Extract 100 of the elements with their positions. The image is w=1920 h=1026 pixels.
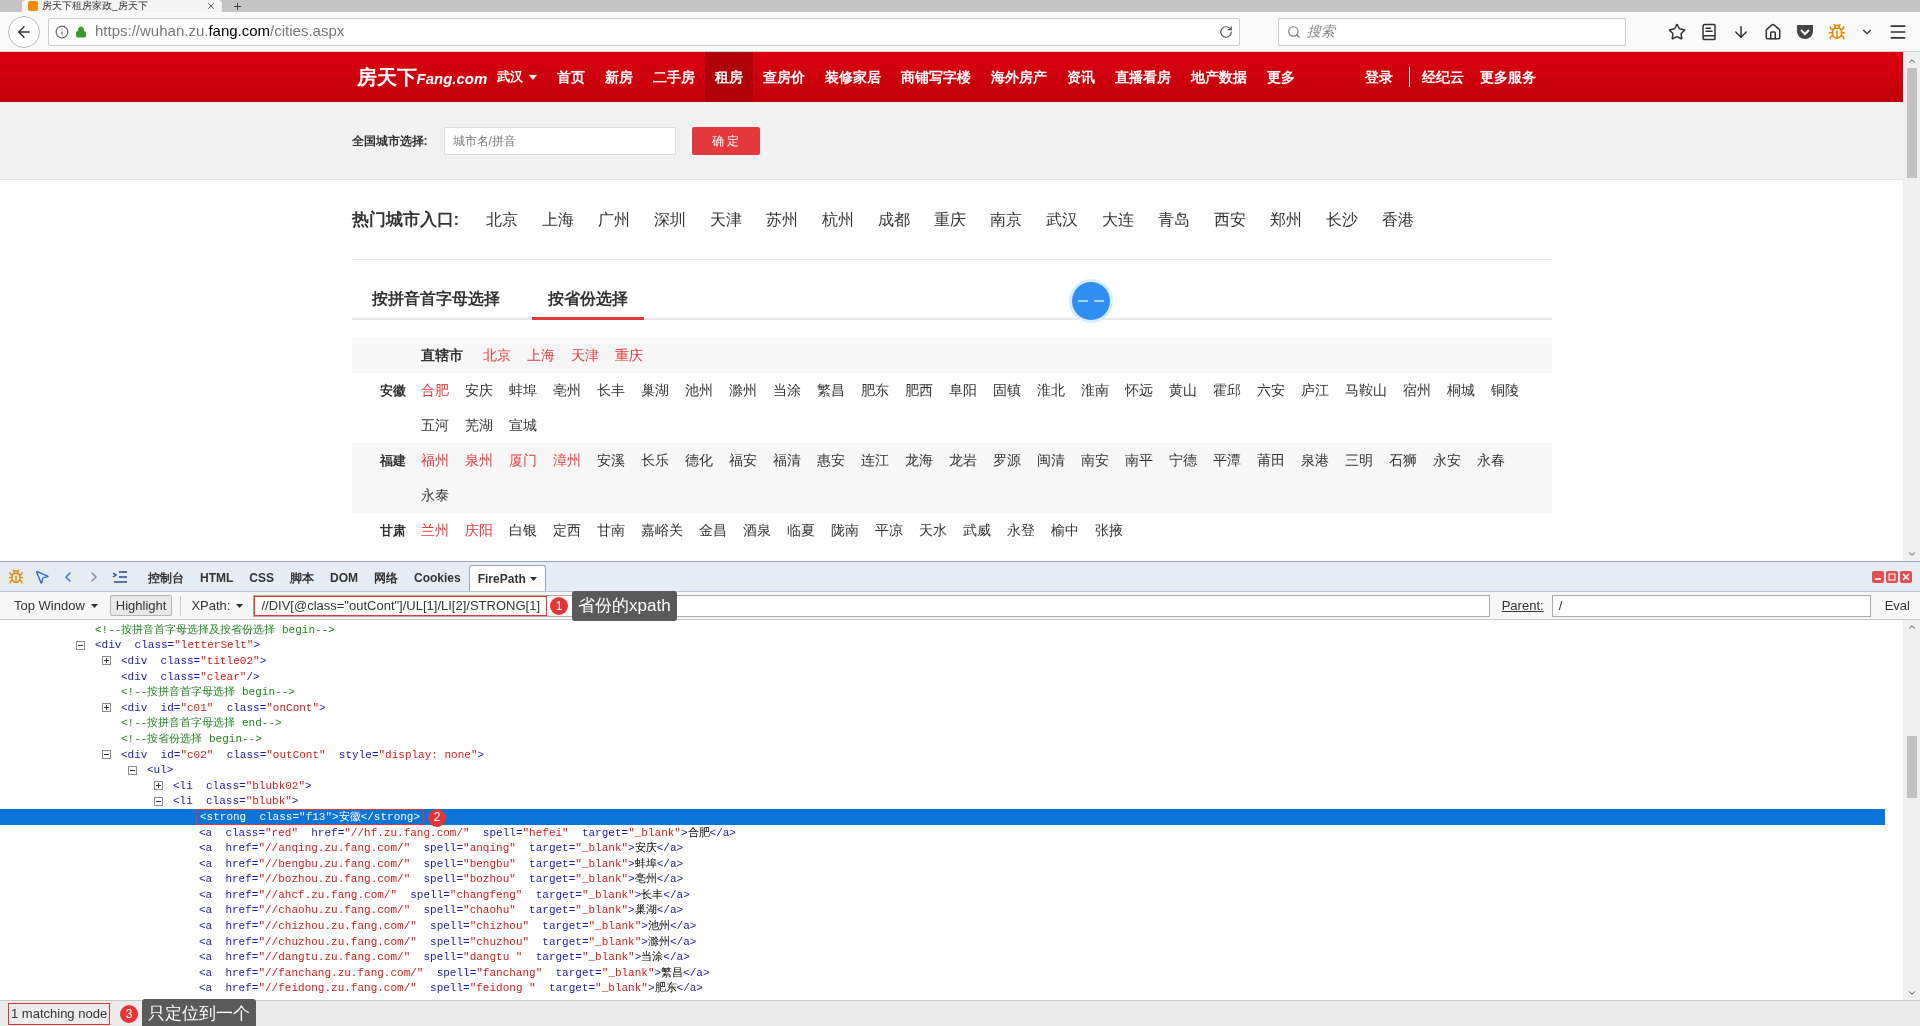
city-link[interactable]: 平潭 [1212,443,1241,478]
code-line[interactable]: <a href="//fanchang.zu.fang.com/" spell="fanchang" target="_blank">繁昌</a> [196,965,713,980]
city-link[interactable]: 繁昌 [816,373,845,408]
city-link[interactable]: 重庆 [614,338,643,373]
scroll-up-icon[interactable] [1906,622,1917,632]
devtools-tab[interactable]: HTML [192,565,242,591]
city-link[interactable]: 嘉峪关 [640,513,683,548]
city-link[interactable]: 西安 [1213,207,1246,232]
code-line[interactable]: <!--按拼音首字母选择 begin--> [118,685,298,700]
nav-link[interactable]: 查房价 [753,52,816,102]
code-line[interactable]: <div class="clear"/> [118,669,263,684]
city-link[interactable]: 上海 [541,207,574,232]
reading-list-icon[interactable] [1700,22,1718,41]
confirm-button[interactable]: 确 定 [691,126,760,155]
city-link[interactable]: 上海 [526,338,555,373]
code-line[interactable]: <a href="//chuzhou.zu.fang.com/" spell="chuzhou" target="_blank">滁州</a> [196,934,700,949]
code-line[interactable]: <ul> [144,763,177,778]
nav-link[interactable]: 首页 [547,52,596,102]
city-link[interactable]: 南安 [1080,443,1109,478]
nav-link[interactable]: 直播看房 [1105,52,1182,102]
scroll-down-icon[interactable] [1906,988,1917,998]
city-link[interactable]: 龙海 [904,443,933,478]
city-link[interactable]: 福州 [420,443,449,478]
city-link[interactable]: 天津 [570,338,599,373]
back-button[interactable] [8,15,40,48]
city-link[interactable]: 连江 [860,443,889,478]
scrollbar[interactable] [1903,52,1920,561]
city-link[interactable]: 张掖 [1094,513,1123,548]
nav-link[interactable]: 二手房 [643,52,706,102]
city-link[interactable]: 马鞍山 [1344,373,1387,408]
city-link[interactable]: 平凉 [874,513,903,548]
city-link[interactable]: 苏州 [765,207,798,232]
city-link[interactable]: 北京 [482,338,511,373]
devtools-tab[interactable]: CSS [241,565,282,591]
city-link[interactable]: 池州 [684,373,713,408]
city-link[interactable]: 陇南 [830,513,859,548]
city-link[interactable]: 福清 [772,443,801,478]
code-line[interactable]: <a href="//dangtu.zu.fang.com/" spell="dangtu " target="_blank">当涂</a> [196,950,693,965]
nav-link[interactable]: 租房 [705,52,754,102]
city-link[interactable]: 霍邱 [1212,373,1241,408]
code-line[interactable]: <div class="letterSelt"> [92,638,264,653]
nav-link[interactable]: 资讯 [1057,52,1106,102]
code-line[interactable]: <a href="//chaohu.zu.fang.com/" spell="chaohu" target="_blank">巢湖</a> [196,903,687,918]
parent-field[interactable]: / [1551,594,1871,617]
command-line-icon[interactable] [112,571,128,583]
city-link[interactable]: 肥西 [904,373,933,408]
city-link[interactable]: 铜陵 [1490,373,1519,408]
nav-link[interactable]: 装修家居 [815,52,892,102]
city-link[interactable]: 闽清 [1036,443,1065,478]
city-dropdown[interactable]: 武汉 [497,67,538,87]
city-link[interactable]: 深圳 [653,207,686,232]
new-tab-icon[interactable] [232,1,243,12]
city-link[interactable]: 当涂 [772,373,801,408]
devtools-tab[interactable]: Cookies [406,565,469,591]
city-link[interactable]: 惠安 [816,443,845,478]
city-link[interactable]: 成都 [877,207,910,232]
city-link[interactable]: 香港 [1381,207,1414,232]
code-line[interactable]: <a href="//chizhou.zu.fang.com/" spell="chizhou" target="_blank">池州</a> [196,919,700,934]
city-link[interactable]: 长乐 [640,443,669,478]
nav-link[interactable]: 海外房产 [981,52,1058,102]
window-dropdown[interactable]: Top Window [10,595,102,616]
scroll-down-icon[interactable] [1906,549,1917,559]
scroll-thumb[interactable] [1906,736,1917,798]
city-link[interactable]: 永登 [1006,513,1035,548]
xpath-dropdown[interactable]: XPath: [189,595,246,616]
inspect-icon[interactable] [34,569,50,585]
city-search-field[interactable]: 城市名/拼音 [443,126,676,155]
expand-icon[interactable] [154,781,163,791]
close-icon[interactable] [206,1,216,11]
city-link[interactable]: 天水 [918,513,947,548]
city-link[interactable]: 武汉 [1045,207,1078,232]
city-link[interactable]: 杭州 [821,207,854,232]
city-link[interactable]: 郑州 [1269,207,1302,232]
nav-link[interactable]: 经纪云 [1413,66,1472,88]
code-line[interactable]: <a href="//bengbu.zu.fang.com/" spell="bengbu" target="_blank">蚌埠</a> [196,856,687,871]
collapse-icon[interactable] [128,765,137,775]
bookmark-star-icon[interactable] [1668,22,1686,41]
city-link[interactable]: 合肥 [420,373,449,408]
code-line[interactable]: <div id="c02" class="outCont" style="display: none"> [118,747,488,762]
nav-link[interactable]: 更多服务 [1471,66,1544,88]
city-link[interactable]: 兰州 [420,513,449,548]
expand-icon[interactable] [102,703,111,713]
scrollbar[interactable] [1903,620,1920,1000]
restore-icon[interactable] [1886,571,1898,583]
city-link[interactable]: 广州 [597,207,630,232]
city-link[interactable]: 安溪 [596,443,625,478]
tab[interactable]: 按拼音首字母选择 [355,280,516,320]
browser-tab[interactable]: 房天下租房家政_房天下 [22,0,222,12]
city-link[interactable]: 桐城 [1446,373,1475,408]
selected-row[interactable]: <strong class="f13">安徽</strong> 2 [0,809,1885,825]
city-link[interactable]: 泉港 [1300,443,1329,478]
devtools-tab[interactable]: FirePath [468,565,546,591]
city-link[interactable]: 永安 [1432,443,1461,478]
info-icon[interactable] [55,24,69,39]
city-link[interactable]: 北京 [485,207,518,232]
city-link[interactable]: 蚌埠 [508,373,537,408]
city-link[interactable]: 六安 [1256,373,1285,408]
city-link[interactable]: 阜阳 [948,373,977,408]
city-link[interactable]: 淮南 [1080,373,1109,408]
city-link[interactable]: 福安 [728,443,757,478]
